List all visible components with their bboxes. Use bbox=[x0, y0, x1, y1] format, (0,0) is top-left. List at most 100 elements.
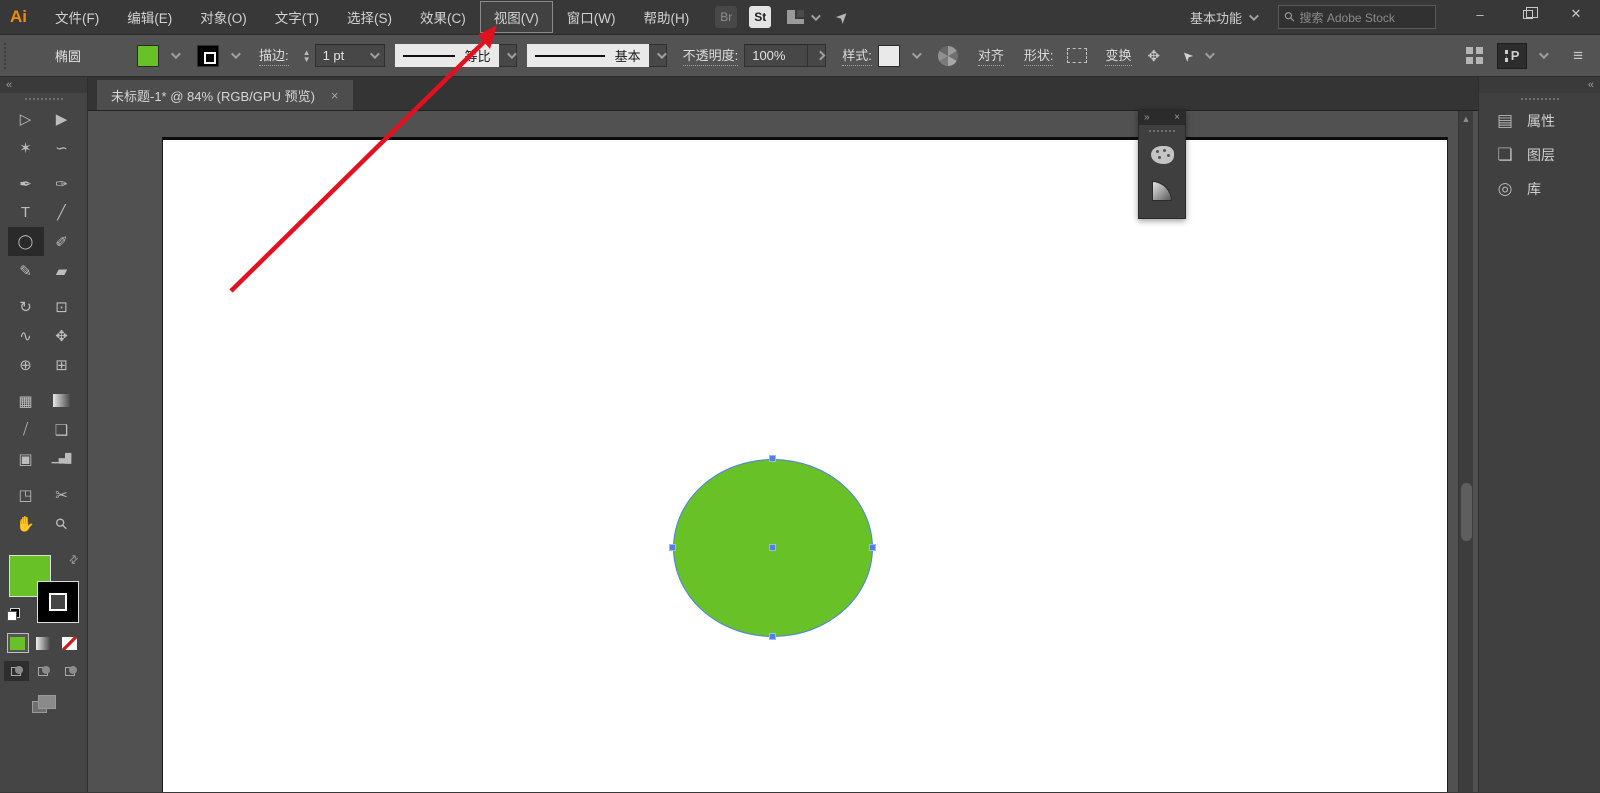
lasso-tool[interactable]: ∽ bbox=[44, 133, 80, 162]
panel-tab-libraries[interactable]: ◎ 库 bbox=[1479, 172, 1600, 206]
select-similar-dropdown[interactable] bbox=[1193, 48, 1217, 63]
none-button[interactable] bbox=[59, 633, 81, 653]
menu-object[interactable]: 对象(O) bbox=[186, 1, 261, 33]
paintbrush-tool[interactable]: ✐ bbox=[44, 227, 80, 256]
brush-definition-dropdown[interactable]: 基本 bbox=[527, 44, 649, 67]
stock-icon[interactable]: St bbox=[749, 6, 771, 28]
stroke-weight-label[interactable]: 描边: bbox=[259, 45, 289, 66]
anchor-handle-top[interactable] bbox=[769, 455, 776, 462]
restore-button[interactable] bbox=[1504, 0, 1552, 28]
perspective-grid-tool[interactable]: ⊞ bbox=[44, 350, 80, 379]
align-label[interactable]: 对齐 bbox=[978, 45, 1004, 66]
color-button[interactable] bbox=[7, 633, 29, 653]
bridge-icon[interactable]: Br bbox=[715, 6, 737, 28]
panel-tab-properties[interactable]: ▤ 属性 bbox=[1479, 104, 1600, 138]
draw-inside-button[interactable] bbox=[58, 661, 83, 681]
scrollbar-thumb[interactable] bbox=[1461, 483, 1472, 541]
arrange-documents-button[interactable] bbox=[771, 10, 818, 24]
symbol-sprayer-tool[interactable]: ▣ bbox=[8, 444, 44, 473]
stroke-color-proxy[interactable] bbox=[37, 581, 79, 623]
type-tool[interactable]: T bbox=[8, 198, 44, 227]
eyedropper-tool[interactable]: ⧸ bbox=[8, 415, 44, 444]
stroke-color-swatch[interactable] bbox=[197, 45, 219, 67]
close-tab-icon[interactable]: × bbox=[331, 88, 339, 103]
shape-label[interactable]: 形状: bbox=[1024, 45, 1054, 66]
properties-panel-button[interactable]: P bbox=[1497, 43, 1527, 69]
rotate-tool[interactable]: ↻ bbox=[8, 292, 44, 321]
anchor-handle-right[interactable] bbox=[869, 544, 876, 551]
panel-drag-handle[interactable] bbox=[1521, 98, 1559, 100]
workspace-switcher[interactable]: 基本功能 bbox=[1190, 8, 1256, 27]
minimize-button[interactable]: – bbox=[1456, 0, 1504, 28]
gradient-panel-button[interactable] bbox=[1147, 176, 1177, 206]
panel-drag-handle[interactable] bbox=[1149, 130, 1175, 132]
width-profile-dropdown[interactable]: 等比 bbox=[395, 44, 499, 67]
menu-type[interactable]: 文字(T) bbox=[261, 1, 333, 33]
scale-tool[interactable]: ⊡ bbox=[44, 292, 80, 321]
stroke-weight-stepper[interactable]: ▲▼ bbox=[303, 49, 311, 63]
menu-help[interactable]: 帮助(H) bbox=[629, 1, 703, 33]
menu-select[interactable]: 选择(S) bbox=[333, 1, 406, 33]
scroll-up-icon[interactable]: ▲ bbox=[1459, 111, 1473, 124]
document-tab[interactable]: 未标题-1* @ 84% (RGB/GPU 预览) × bbox=[97, 80, 353, 110]
slice-tool[interactable]: ✂ bbox=[44, 480, 80, 509]
search-input[interactable]: ⚲ 搜索 Adobe Stock bbox=[1278, 5, 1436, 29]
menu-window[interactable]: 窗口(W) bbox=[553, 1, 630, 33]
free-transform-tool[interactable]: ✥ bbox=[44, 321, 80, 350]
selection-tool[interactable]: ▷ bbox=[8, 104, 44, 133]
eraser-tool[interactable]: ▰ bbox=[44, 256, 80, 285]
color-panel-button[interactable] bbox=[1147, 140, 1177, 170]
draw-normal-button[interactable] bbox=[4, 661, 29, 681]
style-swatch[interactable] bbox=[878, 45, 900, 67]
menu-list-icon[interactable]: ≡ bbox=[1573, 46, 1582, 66]
vertical-scrollbar[interactable]: ▲ bbox=[1458, 111, 1473, 792]
menu-effect[interactable]: 效果(C) bbox=[406, 1, 480, 33]
gradient-tool[interactable] bbox=[44, 386, 80, 415]
artboard-tool[interactable]: ◳ bbox=[8, 480, 44, 509]
shape-builder-tool[interactable]: ⊕ bbox=[8, 350, 44, 379]
draw-behind-button[interactable] bbox=[31, 661, 56, 681]
column-graph-tool[interactable]: ▁▄█ bbox=[44, 444, 80, 473]
center-point-handle[interactable] bbox=[769, 544, 776, 551]
opacity-expand[interactable] bbox=[808, 44, 826, 67]
share-icon[interactable]: ➤ bbox=[832, 6, 854, 28]
style-label[interactable]: 样式: bbox=[842, 45, 872, 66]
panel-options-dropdown[interactable] bbox=[1527, 48, 1551, 63]
anchor-handle-bottom[interactable] bbox=[769, 633, 776, 640]
blend-tool[interactable]: ❑ bbox=[44, 415, 80, 444]
direct-selection-tool[interactable]: ▶ bbox=[44, 104, 80, 133]
panel-drag-handle[interactable] bbox=[25, 98, 63, 100]
line-segment-tool[interactable]: ╱ bbox=[44, 198, 80, 227]
swap-fill-stroke-icon[interactable]: ⇄ bbox=[66, 552, 82, 568]
stroke-weight-field[interactable]: 1 pt bbox=[315, 44, 385, 67]
pen-tool[interactable]: ✒ bbox=[8, 169, 44, 198]
ellipse-tool[interactable]: ◯ bbox=[8, 227, 44, 256]
fill-color-dropdown[interactable] bbox=[159, 48, 183, 63]
adjust-panel-grid-icon[interactable] bbox=[1466, 47, 1483, 64]
shaper-tool[interactable]: ✎ bbox=[8, 256, 44, 285]
bounding-box-icon[interactable]: ✥ bbox=[1148, 47, 1161, 65]
opacity-field[interactable]: 100% bbox=[744, 44, 808, 67]
panel-grip[interactable] bbox=[4, 43, 7, 69]
width-profile-expand[interactable] bbox=[499, 44, 517, 67]
brush-definition-expand[interactable] bbox=[649, 44, 667, 67]
collapse-panels-button[interactable]: « bbox=[1479, 77, 1600, 93]
style-dropdown[interactable] bbox=[900, 48, 924, 63]
canvas[interactable]: ▲ bbox=[88, 111, 1478, 792]
curvature-tool[interactable]: ✑ bbox=[44, 169, 80, 198]
default-fill-stroke-icon[interactable] bbox=[7, 608, 20, 621]
zoom-tool[interactable]: ⚲ bbox=[44, 509, 80, 538]
shape-properties-icon[interactable] bbox=[1067, 48, 1087, 63]
width-tool[interactable]: ∿ bbox=[8, 321, 44, 350]
menu-file[interactable]: 文件(F) bbox=[41, 1, 113, 33]
recolor-artwork-icon[interactable] bbox=[938, 46, 958, 66]
menu-edit[interactable]: 编辑(E) bbox=[113, 1, 186, 33]
opacity-label[interactable]: 不透明度: bbox=[683, 45, 739, 66]
menu-view[interactable]: 视图(V) bbox=[480, 1, 553, 33]
stroke-color-dropdown[interactable] bbox=[219, 48, 243, 63]
expand-panel-icon[interactable]: » bbox=[1144, 112, 1150, 123]
close-panel-icon[interactable]: × bbox=[1174, 112, 1180, 123]
close-button[interactable]: ✕ bbox=[1552, 0, 1600, 28]
magic-wand-tool[interactable]: ✶ bbox=[8, 133, 44, 162]
panel-tab-layers[interactable]: ❏ 图层 bbox=[1479, 138, 1600, 172]
